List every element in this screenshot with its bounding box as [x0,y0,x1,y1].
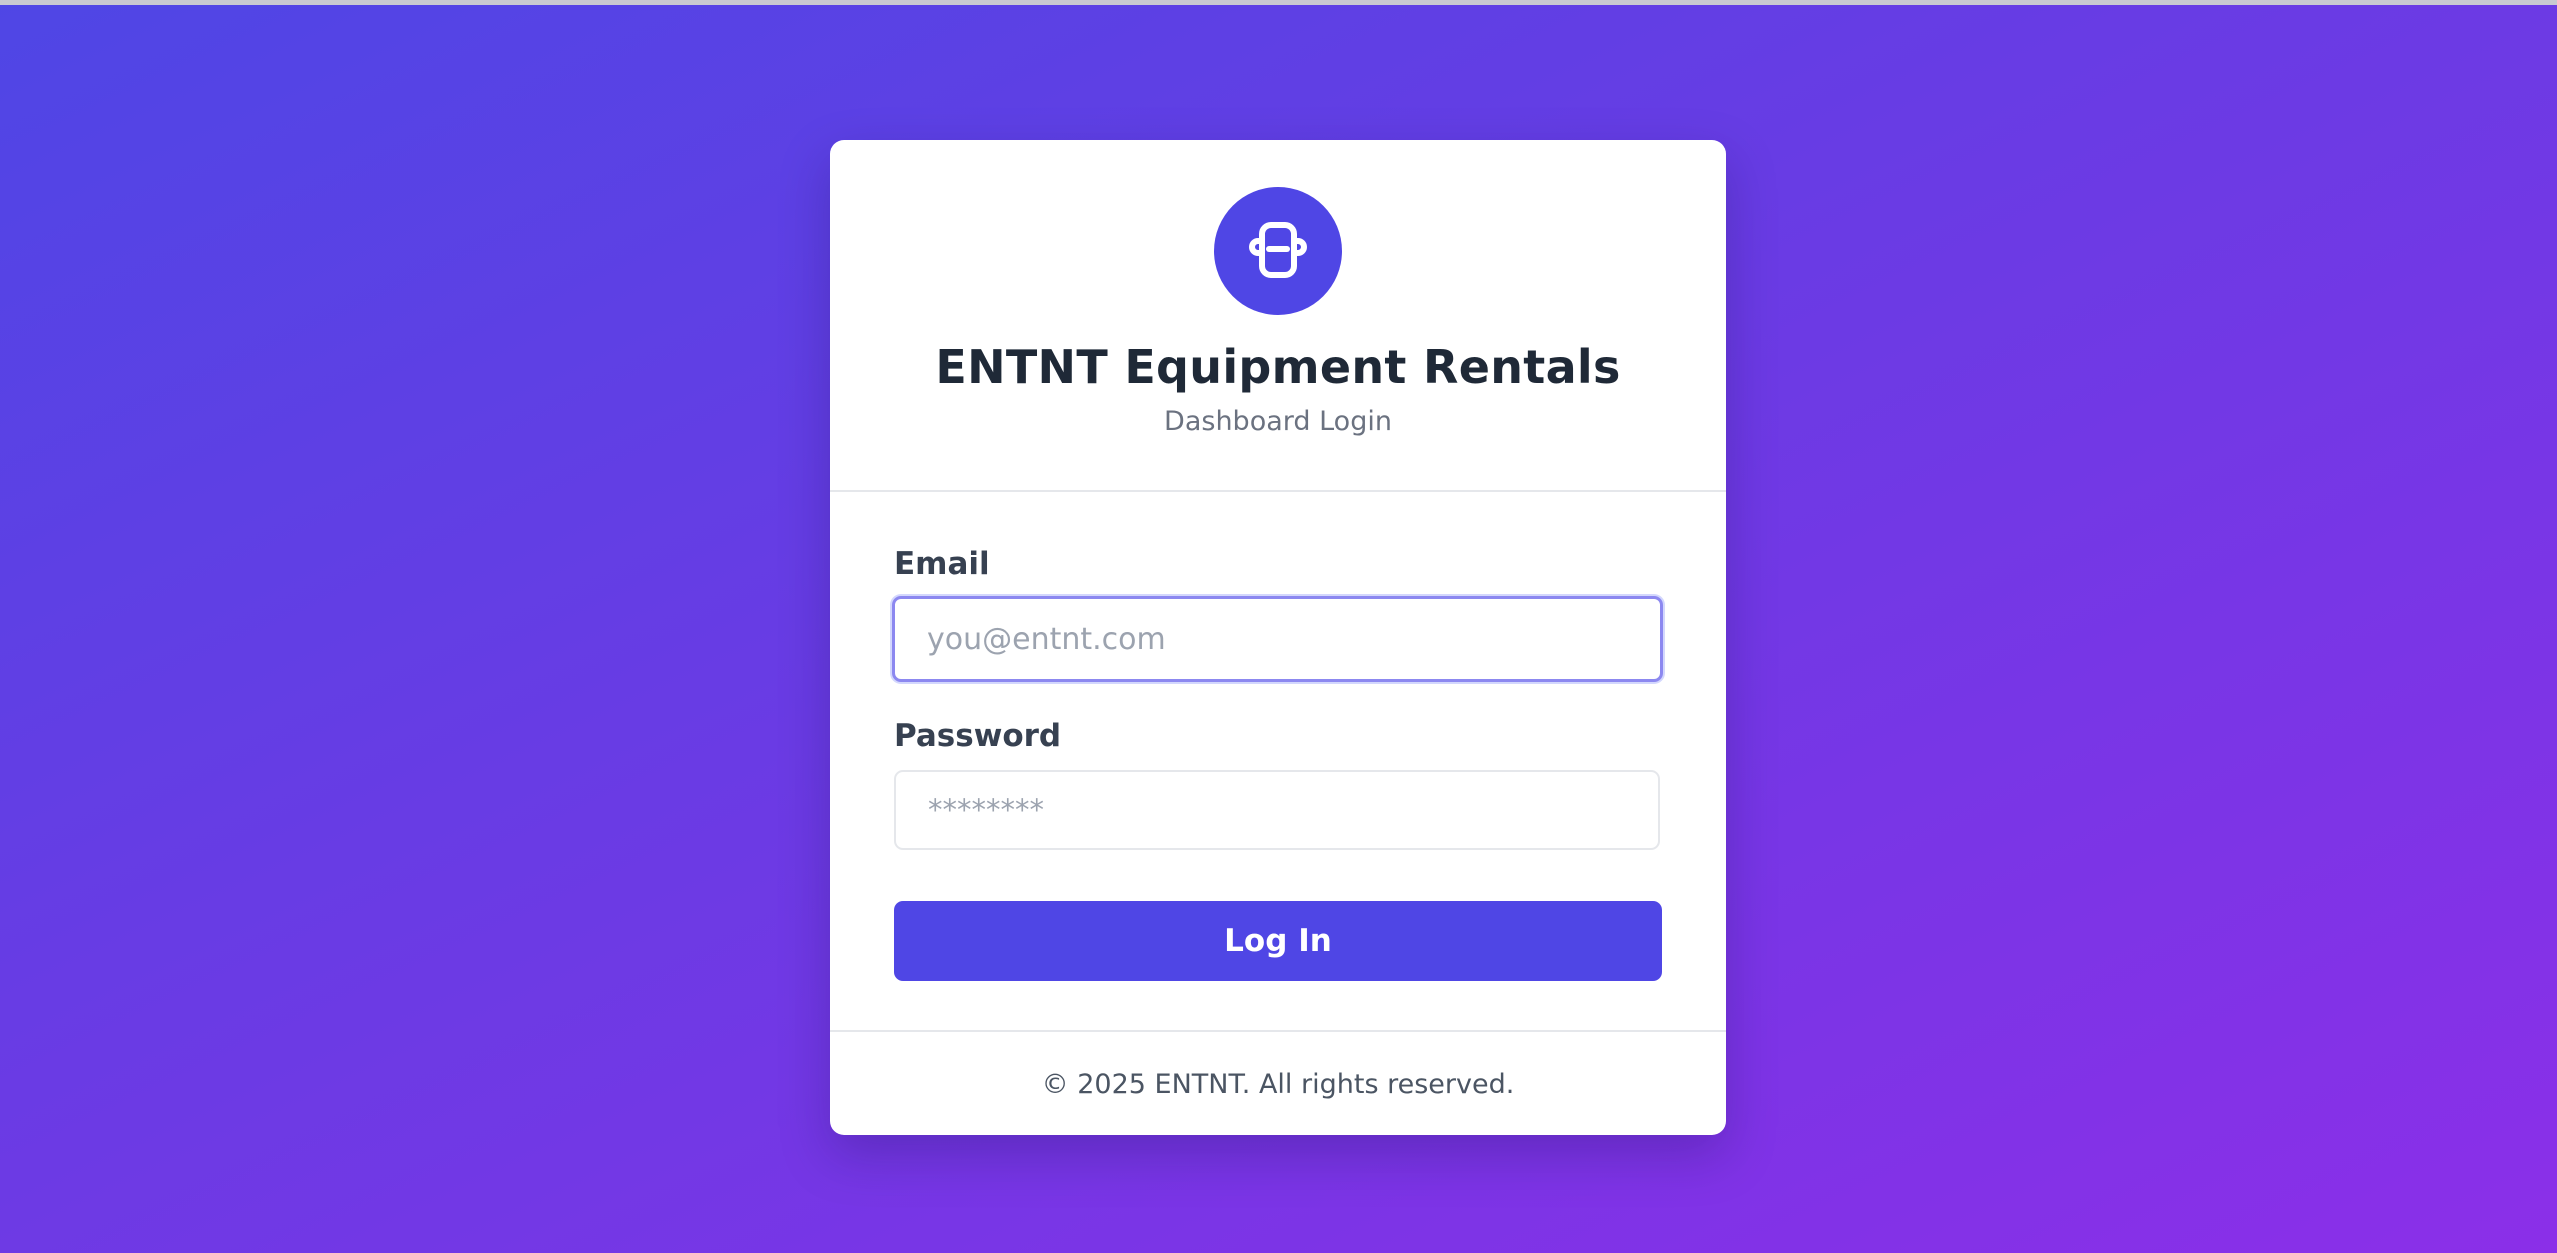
copyright-text: © 2025 ENTNT. All rights reserved. [1041,1069,1515,1100]
email-label: Email [894,546,990,582]
page-subtitle: Dashboard Login [1164,406,1392,437]
login-button[interactable]: Log In [894,901,1662,981]
email-field[interactable] [892,596,1663,682]
login-card-header: ENTNT Equipment Rentals Dashboard Login [830,140,1726,491]
login-card: ENTNT Equipment Rentals Dashboard Login … [830,140,1726,1135]
equipment-logo-icon [1249,222,1307,278]
browser-top-edge [0,0,2557,5]
password-label: Password [894,718,1062,754]
app-title: ENTNT Equipment Rentals [935,340,1621,394]
footer-divider [830,1030,1726,1032]
header-divider [830,490,1726,492]
password-field[interactable] [894,770,1660,850]
app-logo [1214,187,1342,315]
